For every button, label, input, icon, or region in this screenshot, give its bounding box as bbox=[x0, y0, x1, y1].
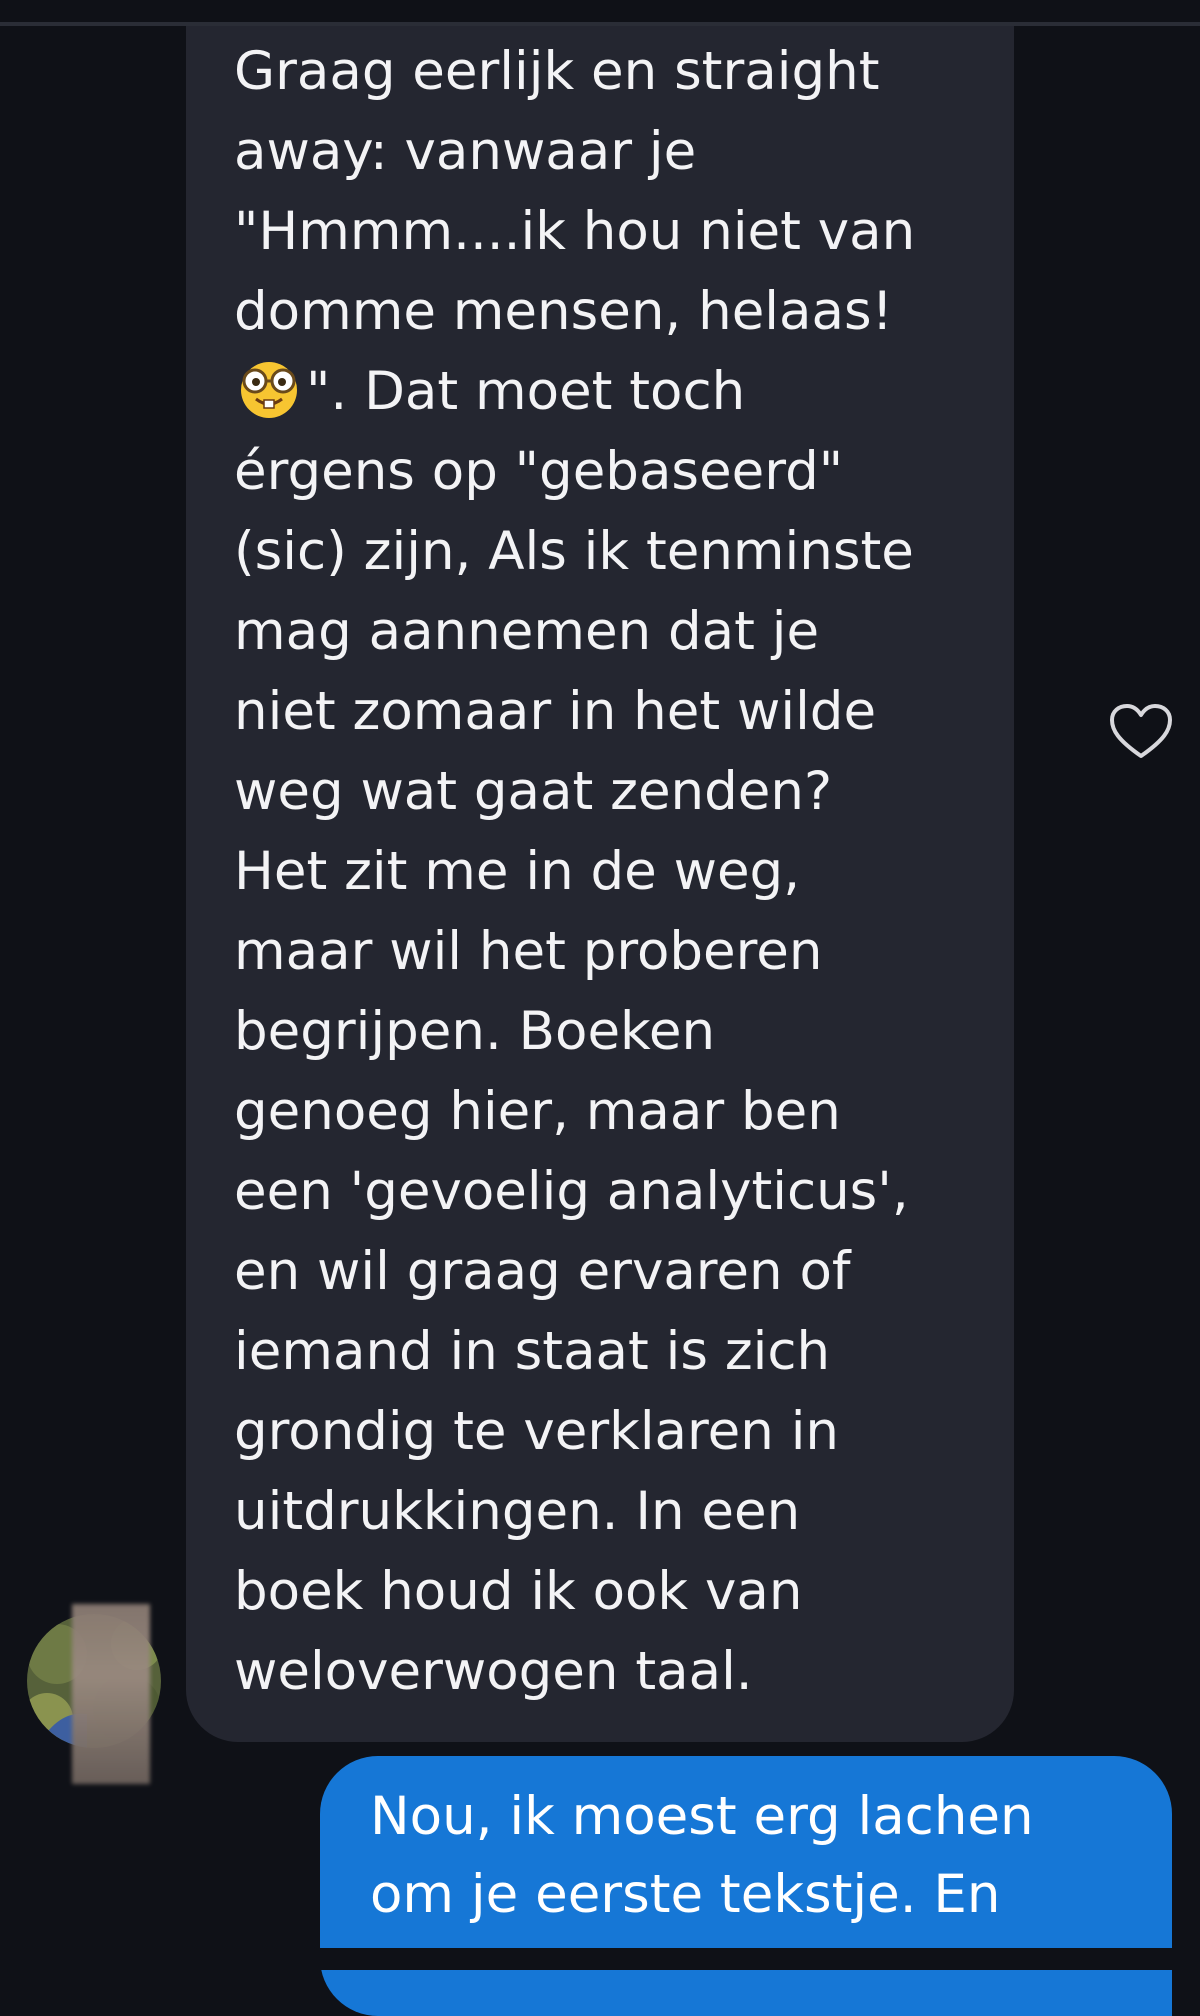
outgoing-message-bubble[interactable]: Nou, ik moest erg lachen om je eerste te… bbox=[320, 1756, 1172, 2016]
heart-outline-icon[interactable] bbox=[1108, 702, 1174, 762]
nerd-face-emoji-icon bbox=[234, 359, 304, 419]
incoming-message-bubble[interactable]: Graag eerlijk en straight away: vanwaar … bbox=[186, 26, 1014, 1742]
outgoing-message-text: Nou, ik moest erg lachen om je eerste te… bbox=[370, 1786, 1034, 1925]
bottom-edge bbox=[0, 1948, 1200, 1970]
incoming-text-part-2: ". Dat moet toch érgens op "gebaseerd" (… bbox=[234, 361, 914, 1702]
incoming-message-text: Graag eerlijk en straight away: vanwaar … bbox=[234, 32, 1004, 1712]
incoming-text-part-1: Graag eerlijk en straight away: vanwaar … bbox=[234, 41, 916, 342]
blurred-profile-overlay bbox=[72, 1604, 150, 1784]
